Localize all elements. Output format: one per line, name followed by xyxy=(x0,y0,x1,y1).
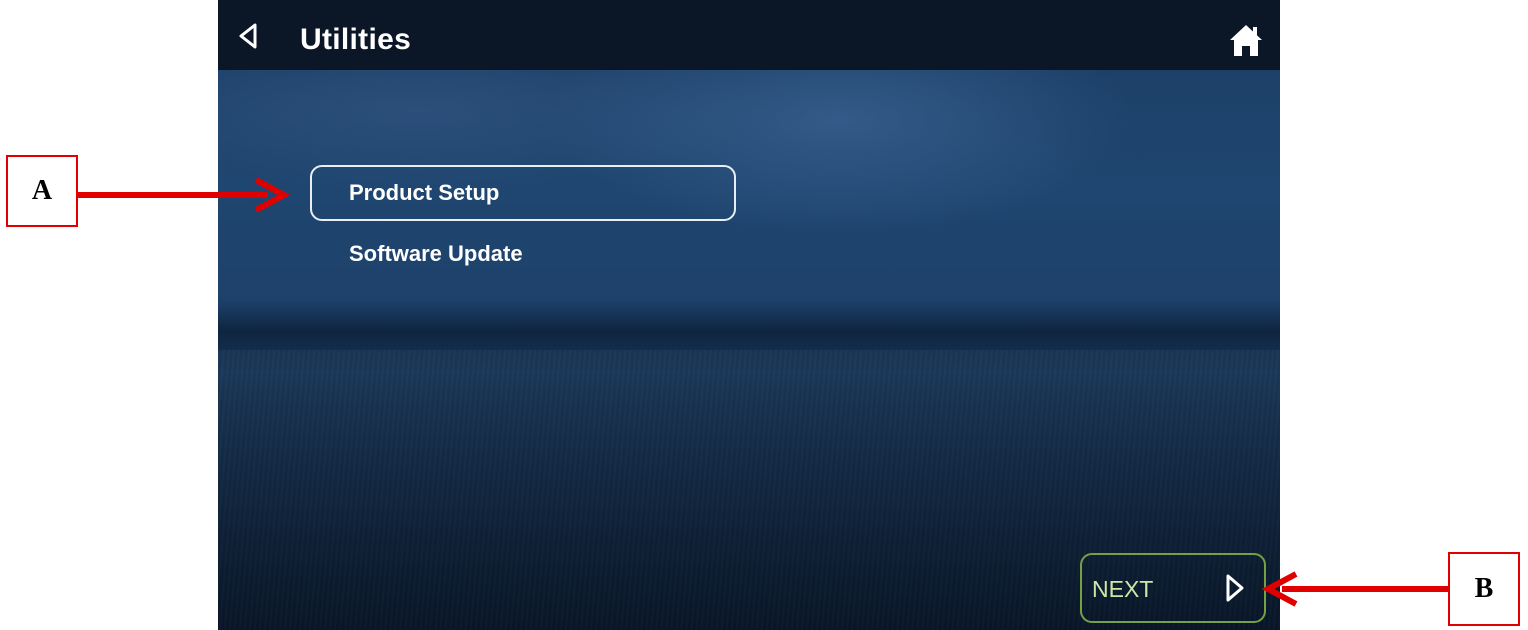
annotation-arrow-b xyxy=(1261,571,1448,607)
page-title: Utilities xyxy=(300,23,412,56)
chevron-left-outline-icon xyxy=(239,23,257,49)
next-button[interactable]: NEXT xyxy=(1080,553,1266,623)
annotation-label-b: B xyxy=(1448,552,1520,626)
device-screen: Utilities Product Setup Software Update … xyxy=(218,0,1280,630)
header-bar: Utilities xyxy=(218,0,1280,70)
annotation-arrow-a xyxy=(78,177,291,213)
menu-item-software-update[interactable]: Software Update xyxy=(310,226,736,282)
chevron-right-outline-icon xyxy=(1226,574,1244,602)
next-label: NEXT xyxy=(1092,576,1154,602)
annotation-label-a: A xyxy=(6,155,78,227)
home-button[interactable] xyxy=(1228,22,1264,58)
menu-item-label: Software Update xyxy=(349,241,523,266)
menu-item-label: Product Setup xyxy=(349,180,500,205)
back-button[interactable] xyxy=(236,22,260,50)
menu-item-product-setup[interactable]: Product Setup xyxy=(310,165,736,221)
home-icon xyxy=(1230,25,1262,56)
